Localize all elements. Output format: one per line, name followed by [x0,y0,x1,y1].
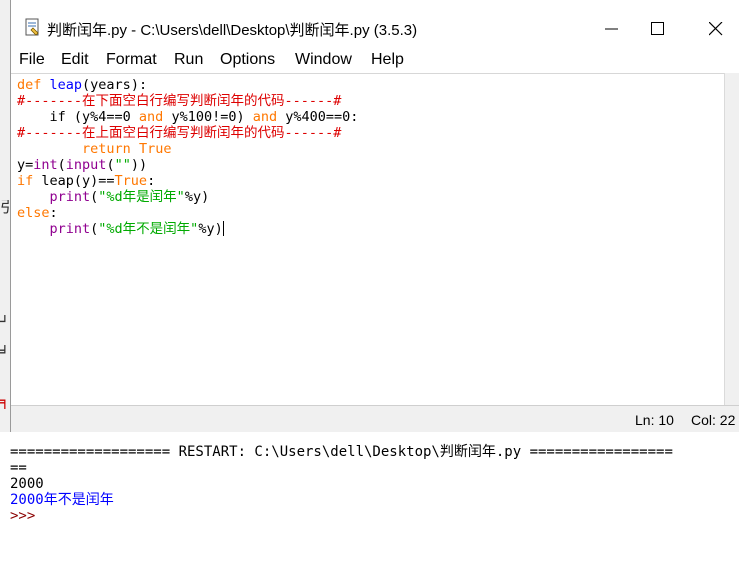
shell-prompt[interactable]: >>> [10,508,35,524]
code-line-6: y=int(input("")) [17,157,148,173]
menu-file[interactable]: File [19,51,45,69]
code-text-area[interactable]: def leap(years): #-------在下面空白行编写判断闰年的代码… [11,73,724,406]
code-line-2: #-------在下面空白行编写判断闰年的代码------# [17,93,342,109]
close-button[interactable] [693,14,739,44]
menu-run[interactable]: Run [174,51,203,69]
edge-glyph: 引 [0,200,10,214]
close-icon [709,22,723,36]
code-line-7: if leap(y)==True: [17,173,156,189]
menu-edit[interactable]: Edit [61,51,89,69]
edge-glyph: ┘ [0,315,10,329]
status-line-number: Ln: 10 [635,412,674,428]
window-title: 判断闰年.py - C:\Users\dell\Desktop\判断闰年.py … [47,22,418,39]
editor-window: 判断闰年.py - C:\Users\dell\Desktop\判断闰年.py … [10,0,739,432]
minimize-button[interactable] [589,14,635,44]
code-line-4: #-------在上面空白行编写判断闰年的代码------# [17,125,342,141]
maximize-button[interactable] [635,14,681,44]
menu-format[interactable]: Format [106,51,157,69]
code-line-9: else: [17,205,58,221]
code-line-8: print("%d年是闰年"%y) [49,189,210,205]
code-line-1: def leap(years): [17,77,148,93]
status-column-number: Col: 22 [691,412,736,428]
maximize-icon [651,22,664,35]
status-bar: Ln: 10 Col: 22 [11,405,739,432]
code-line-3: if (y%4==0 and y%100!=0) and y%400==0: [17,109,359,125]
shell-restart-line: =================== RESTART: C:\Users\de… [10,444,673,460]
menu-options[interactable]: Options [220,51,275,69]
edge-glyph: ╕ [0,395,10,409]
minimize-icon [605,28,618,30]
shell-restart-tail: == [10,460,27,476]
shell-input-value: 2000 [10,476,44,492]
menu-bar: File Edit Format Run Options Window Help [11,48,739,72]
title-bar[interactable]: 判断闰年.py - C:\Users\dell\Desktop\判断闰年.py … [11,0,739,48]
shell-output: 2000年不是闰年 [10,492,114,508]
menu-window[interactable]: Window [295,51,352,69]
idle-file-icon [25,18,39,36]
python-shell[interactable]: =================== RESTART: C:\Users\de… [0,432,739,576]
menu-help[interactable]: Help [371,51,404,69]
code-line-5: return True [82,141,172,157]
vertical-scrollbar[interactable] [724,73,739,405]
code-line-10: print("%d年不是闰年"%y) [49,221,224,237]
text-cursor [222,221,224,236]
edge-glyph: ╛ [0,345,10,359]
